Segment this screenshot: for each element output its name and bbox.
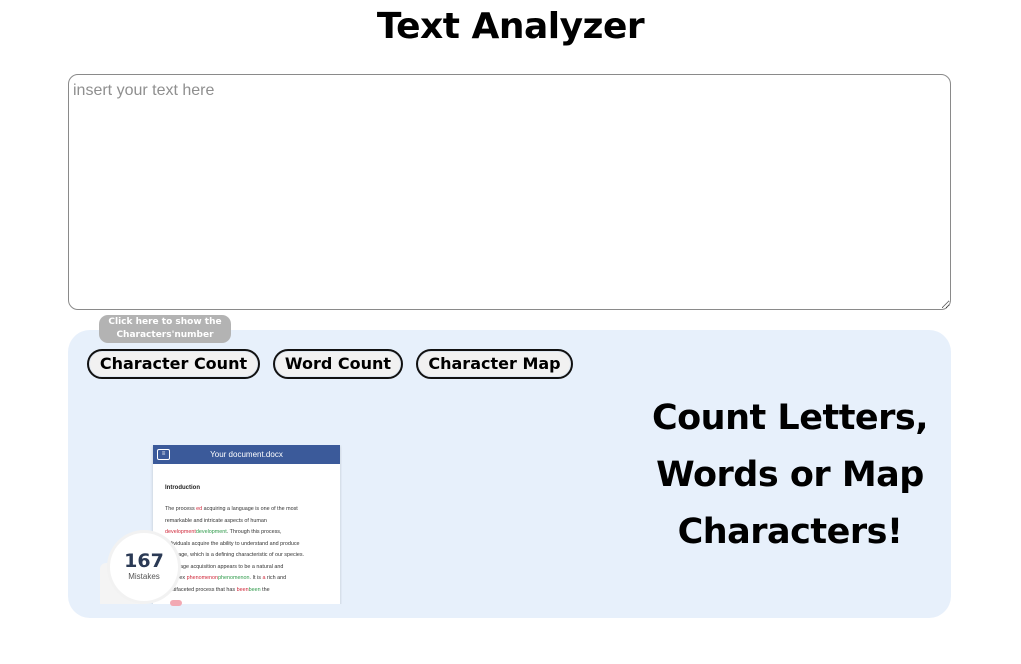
document-header-bar: ≡ Your document.docx xyxy=(153,445,340,464)
highlighted-word: development xyxy=(195,529,227,535)
line-text: individuals acquire the ability to under… xyxy=(165,540,300,547)
document-line: complex phenomenonphenomenon. It is a ri… xyxy=(165,573,340,585)
tooltip-line-1: Click here to show the xyxy=(108,317,222,327)
document-card: ≡ Your document.docx Introduction The pr… xyxy=(153,445,340,604)
character-count-button[interactable]: Character Count xyxy=(87,349,260,379)
line-text: . Through this process, xyxy=(226,529,282,535)
document-line: Language acquisition appears to be a nat… xyxy=(165,562,340,574)
tooltip-line-2: Characters'number xyxy=(116,330,214,340)
highlighted-word: phenomenon xyxy=(186,575,219,581)
line-text: rich and xyxy=(265,575,287,581)
document-line: individuals acquire the ability to under… xyxy=(165,539,340,551)
headline-line-2: Words or Map xyxy=(656,455,924,495)
document-line: remarkable and intricate aspects of huma… xyxy=(165,516,340,528)
highlighted-word: been xyxy=(236,586,249,593)
headline-line-1: Count Letters, xyxy=(651,398,929,438)
line-text: the xyxy=(260,586,270,593)
word-count-button[interactable]: Word Count xyxy=(273,349,403,379)
page-title: Text Analyzer xyxy=(376,6,645,47)
document-line: developmentdevelopment. Through this pro… xyxy=(165,527,340,539)
line-text: remarkable and intricate aspects of huma… xyxy=(165,517,267,524)
mistakes-badge: 167 Mistakes xyxy=(110,533,178,601)
document-preview-illustration: ≡ Your document.docx Introduction The pr… xyxy=(100,445,342,604)
app-logo-icon: ≡ xyxy=(157,449,170,460)
line-text: multifaceted process that has xyxy=(165,586,237,593)
document-body: The process ed acquiring a language is o… xyxy=(165,504,340,596)
document-line: language, which is a defining characteri… xyxy=(165,550,340,562)
line-text: acquiring a language is one of the most xyxy=(202,506,298,512)
text-input[interactable] xyxy=(68,74,951,310)
headline: Count Letters, Words or Map Characters! xyxy=(640,390,940,561)
line-text: The process xyxy=(165,506,197,512)
error-highlight-chip xyxy=(170,600,182,606)
headline-line-3: Characters! xyxy=(677,512,903,552)
document-line: The process ed acquiring a language is o… xyxy=(165,504,340,516)
mistakes-label: Mistakes xyxy=(128,572,160,581)
highlighted-word: phenomenon xyxy=(218,575,250,581)
document-title: Your document.docx xyxy=(210,450,283,459)
character-count-tooltip: Click here to show the Characters'number xyxy=(99,315,231,343)
document-line: multifaceted process that has beenbeen t… xyxy=(165,585,340,597)
line-text: language, which is a defining characteri… xyxy=(165,552,305,558)
character-map-button[interactable]: Character Map xyxy=(416,349,573,379)
line-text: Language acquisition appears to be a nat… xyxy=(165,563,284,570)
mistakes-count: 167 xyxy=(124,550,164,572)
highlighted-word: development xyxy=(165,529,196,535)
document-heading: Introduction xyxy=(165,485,200,491)
highlighted-word: been xyxy=(248,586,261,593)
line-text: . It is xyxy=(249,575,263,581)
